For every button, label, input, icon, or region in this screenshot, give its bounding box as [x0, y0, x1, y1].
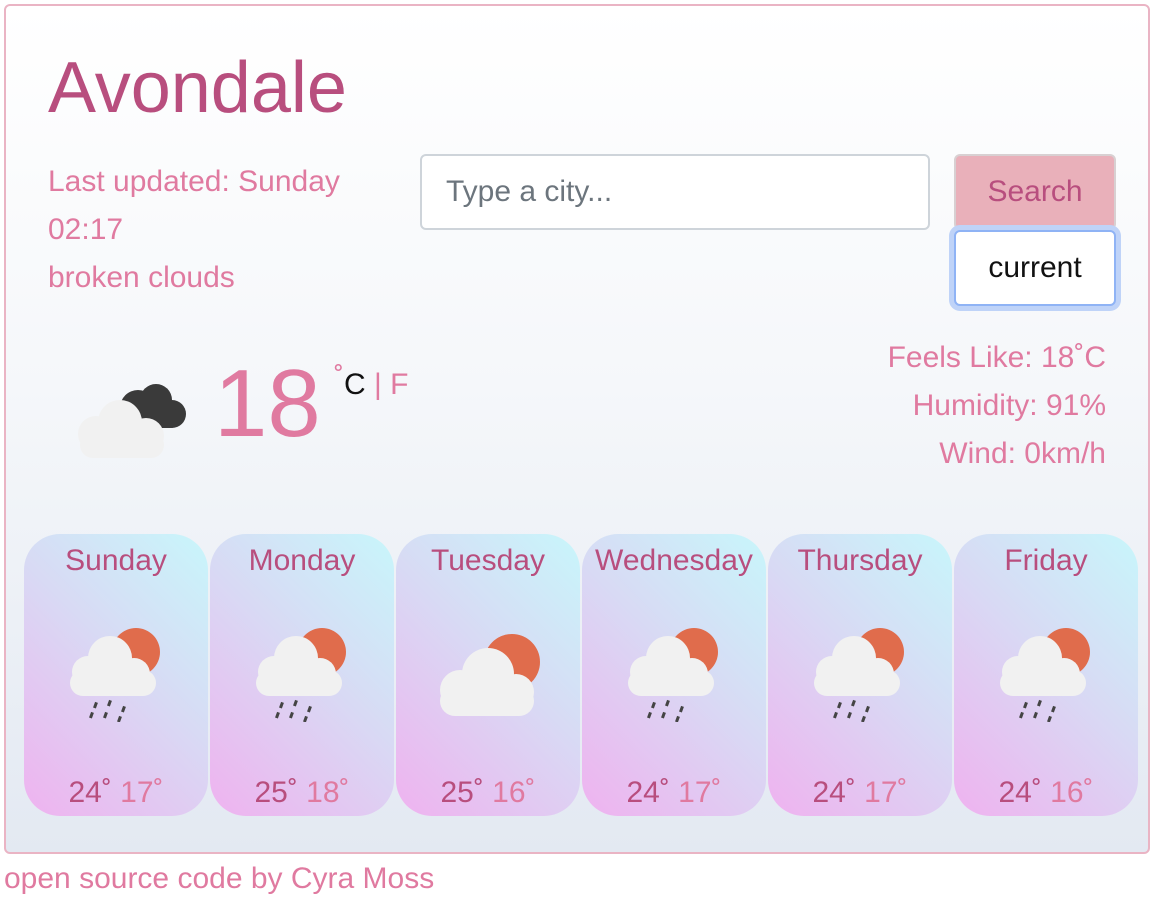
forecast-day-name: Wednesday: [595, 544, 753, 577]
forecast-max: 24˚: [626, 776, 670, 809]
broken-clouds-icon: [78, 384, 186, 458]
forecast-min: 17˚: [864, 776, 908, 809]
current-temperature: 18: [214, 350, 321, 457]
forecast-temps: 24˚ 16˚: [954, 776, 1138, 810]
forecast-day-name: Sunday: [65, 544, 167, 577]
rain-sun-icon: [256, 628, 346, 722]
unit-toggle: ˚C | F: [334, 362, 408, 402]
weather-card: Avondale Last updated: Sunday 02:17 brok…: [4, 4, 1150, 854]
footer-credit[interactable]: open source code by Cyra Moss: [4, 862, 434, 896]
current-location-button[interactable]: current: [954, 230, 1116, 306]
forecast-min: 17˚: [678, 776, 722, 809]
weather-details: Feels Like: 18˚C Humidity: 91% Wind: 0km…: [888, 334, 1106, 478]
unit-separator: |: [374, 368, 382, 401]
forecast-day: Sunday 24˚ 17˚: [24, 534, 208, 816]
city-search-input[interactable]: [420, 154, 930, 230]
forecast-temps: 24˚ 17˚: [24, 776, 208, 810]
fahrenheit-link[interactable]: F: [390, 368, 408, 401]
rain-sun-icon: [70, 628, 160, 722]
feels-like: Feels Like: 18˚C: [887, 341, 1106, 374]
forecast-max: 25˚: [440, 776, 484, 809]
forecast-temps: 25˚ 16˚: [396, 776, 580, 810]
forecast-max: 25˚: [254, 776, 298, 809]
forecast-day-name: Friday: [1004, 544, 1088, 577]
forecast-max: 24˚: [812, 776, 856, 809]
forecast-day: Friday 24˚ 16˚: [954, 534, 1138, 816]
wind-speed: Wind: 0km/h: [939, 437, 1106, 470]
rain-sun-icon: [628, 628, 718, 722]
degree-symbol: ˚: [334, 362, 344, 395]
forecast-row: Sunday 24˚ 17˚ Monday 25˚ 18˚ Tuesday 25…: [24, 534, 1144, 816]
city-name: Avondale: [48, 48, 347, 128]
forecast-day: Monday 25˚ 18˚: [210, 534, 394, 816]
forecast-min: 16˚: [492, 776, 536, 809]
last-updated-day: Last updated: Sunday: [48, 165, 340, 198]
last-updated-time: 02:17: [48, 213, 124, 246]
forecast-day-name: Tuesday: [431, 544, 545, 577]
humidity: Humidity: 91%: [912, 389, 1106, 422]
rain-sun-icon: [814, 628, 904, 722]
forecast-min: 16˚: [1050, 776, 1094, 809]
forecast-temps: 24˚ 17˚: [582, 776, 766, 810]
weather-meta: Last updated: Sunday 02:17 broken clouds: [48, 158, 388, 302]
forecast-temps: 25˚ 18˚: [210, 776, 394, 810]
forecast-day: Wednesday 24˚ 17˚: [582, 534, 766, 816]
forecast-min: 18˚: [306, 776, 350, 809]
forecast-day-name: Monday: [248, 544, 356, 577]
search-button[interactable]: Search: [954, 154, 1116, 230]
forecast-day: Tuesday 25˚ 16˚: [396, 534, 580, 816]
cloud-sun-icon: [440, 634, 540, 716]
forecast-max: 24˚: [998, 776, 1042, 809]
weather-description: broken clouds: [48, 261, 235, 294]
forecast-max: 24˚: [68, 776, 112, 809]
celsius-link[interactable]: C: [344, 368, 366, 401]
forecast-day: Thursday 24˚ 17˚: [768, 534, 952, 816]
rain-sun-icon: [1000, 628, 1090, 722]
footer-link[interactable]: open source code by Cyra Moss: [4, 862, 434, 895]
forecast-temps: 24˚ 17˚: [768, 776, 952, 810]
forecast-min: 17˚: [120, 776, 164, 809]
forecast-day-name: Thursday: [797, 544, 923, 577]
